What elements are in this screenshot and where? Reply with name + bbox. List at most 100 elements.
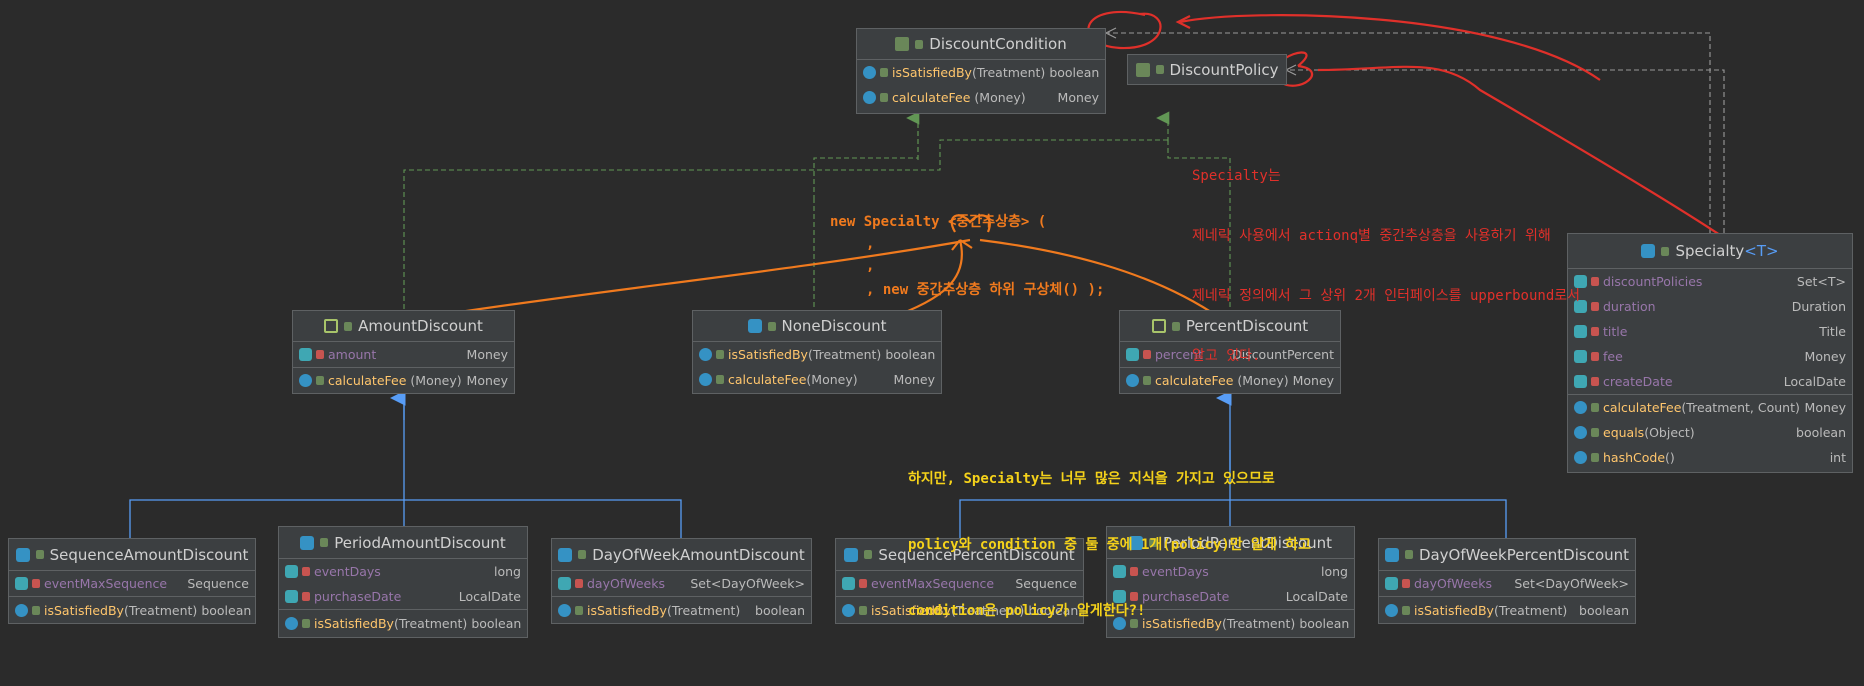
field-name: eventDays xyxy=(314,564,381,579)
member-row[interactable]: eventMaxSequence Sequence xyxy=(9,571,255,596)
field-name: title xyxy=(1603,324,1628,339)
member-row[interactable]: calculateFee (Money) Money xyxy=(293,367,514,393)
public-icon xyxy=(1143,376,1151,385)
public-icon xyxy=(915,39,924,49)
red-note-line: 알고 있다. xyxy=(1192,348,1261,364)
member-row[interactable]: isSatisfiedBy(Treatment) boolean xyxy=(1379,596,1635,623)
member-row[interactable]: discountPolicies Set<T> xyxy=(1568,269,1852,294)
member-row[interactable]: isSatisfiedBy(Treatment) boolean xyxy=(552,596,811,623)
member-row[interactable]: calculateFee(Money) Money xyxy=(693,367,941,392)
method-name: isSatisfiedBy xyxy=(1414,602,1494,618)
member-row[interactable]: isSatisfiedBy(Treatment) boolean xyxy=(857,60,1105,85)
return-type: Money xyxy=(1057,90,1099,105)
dayofweek-amount-box[interactable]: DayOfWeekAmountDiscount dayOfWeeks Set<D… xyxy=(551,538,812,624)
field-icon xyxy=(15,577,28,590)
member-row[interactable]: isSatisfiedBy(Treatment) boolean xyxy=(9,596,255,623)
field-icon xyxy=(299,348,312,361)
private-icon xyxy=(859,579,867,588)
public-icon xyxy=(1591,453,1599,462)
member-row[interactable]: isSatisfiedBy(Treatment) boolean xyxy=(693,342,941,367)
specialty-methods: calculateFee(Treatment, Count) Money equal… xyxy=(1568,394,1852,470)
red-note-line: 제네릭 사용에서 actionq별 중간추상층을 사용하기 위해 xyxy=(1192,228,1551,244)
red-annotation: Specialty는 제네릭 사용에서 actionq별 중간추상층을 사용하기… xyxy=(1192,126,1580,386)
uml-diagram-canvas: DiscountCondition isSatisfiedBy(Treatmen… xyxy=(0,0,1864,686)
implements-policy-lines xyxy=(403,139,1231,310)
member-row[interactable]: hashCode() int xyxy=(1568,445,1852,470)
return-type: boolean xyxy=(1796,425,1846,440)
method-icon xyxy=(15,603,28,617)
return-type: Money xyxy=(893,372,935,387)
class-title: DayOfWeekAmountDiscount xyxy=(592,545,805,564)
return-type: boolean xyxy=(885,347,936,362)
class-icon xyxy=(300,535,315,550)
class-icon xyxy=(1641,244,1656,258)
public-icon xyxy=(859,605,867,615)
class-icon xyxy=(558,547,573,562)
yellow-annotation: 하지만, Specialty는 너무 많은 지식을 가지고 있으므로 polic… xyxy=(908,424,1311,644)
public-icon xyxy=(575,605,583,615)
field-icon xyxy=(842,577,855,590)
field-name: createDate xyxy=(1603,374,1673,389)
member-row[interactable]: purchaseDate LocalDate xyxy=(279,584,527,609)
public-icon xyxy=(578,550,587,559)
amount-discount-box[interactable]: AmountDiscount amount Money calculateFee… xyxy=(292,310,515,394)
method-name: calculateFee xyxy=(1603,400,1682,415)
member-row[interactable]: isSatisfiedBy(Treatment) boolean xyxy=(279,609,527,636)
method-params: (Object) xyxy=(1644,425,1695,440)
discount-policy-box[interactable]: DiscountPolicy xyxy=(1127,54,1287,85)
return-type: Money xyxy=(466,373,508,388)
discount-condition-box[interactable]: DiscountCondition isSatisfiedBy(Treatmen… xyxy=(856,28,1106,114)
method-params: (Treatment) xyxy=(1493,602,1568,618)
method-params: (Treatment, Count) xyxy=(1681,400,1800,415)
class-icon xyxy=(1384,547,1399,562)
method-params: (Money) xyxy=(806,372,858,387)
none-discount-box[interactable]: NoneDiscount isSatisfiedBy(Treatment) bo… xyxy=(692,310,942,394)
class-title: AmountDiscount xyxy=(358,317,483,335)
field-type: Set<DayOfWeek> xyxy=(690,576,805,591)
member-row[interactable]: calculateFee (Money) Money xyxy=(857,85,1105,110)
yellow-note-line: condition은 policy가 알게한다?! xyxy=(908,603,1146,619)
field-icon xyxy=(285,590,298,603)
public-icon xyxy=(320,538,329,547)
method-params: (Money) xyxy=(974,90,1026,105)
member-row[interactable]: fee Money xyxy=(1568,344,1852,369)
member-row[interactable]: equals(Object) boolean xyxy=(1568,420,1852,445)
public-icon xyxy=(864,550,873,559)
field-type: long xyxy=(494,564,521,579)
abstract-method-icon xyxy=(863,91,876,104)
class-title: SequenceAmountDiscount xyxy=(49,545,249,564)
red-note-line: Specialty는 xyxy=(1192,168,1281,184)
public-icon xyxy=(1591,403,1599,412)
field-type: Set<T> xyxy=(1796,274,1846,289)
method-name: equals xyxy=(1603,425,1645,440)
field-name: dayOfWeeks xyxy=(587,576,665,591)
public-icon xyxy=(880,93,888,102)
field-icon xyxy=(1126,348,1139,361)
dependency-head-condition xyxy=(1104,27,1117,39)
method-name: calculateFee xyxy=(728,372,807,387)
method-name: isSatisfiedBy xyxy=(44,602,124,618)
dayofweek-amount-header: DayOfWeekAmountDiscount xyxy=(552,539,811,571)
member-row[interactable]: createDate LocalDate xyxy=(1568,369,1852,394)
interface-icon xyxy=(895,37,910,51)
field-type: Sequence xyxy=(187,576,249,591)
field-type: Duration xyxy=(1791,299,1846,314)
member-row[interactable]: eventDays long xyxy=(279,559,527,584)
member-row[interactable]: dayOfWeeks Set<DayOfWeek> xyxy=(1379,571,1635,596)
member-row[interactable]: amount Money xyxy=(293,342,514,367)
class-title: DiscountCondition xyxy=(929,35,1067,53)
member-row[interactable]: title Title xyxy=(1568,319,1852,344)
member-row[interactable]: dayOfWeeks Set<DayOfWeek> xyxy=(552,571,811,596)
public-icon xyxy=(35,550,44,559)
specialty-box[interactable]: Specialty<T> discountPolicies Set<T> durat… xyxy=(1567,233,1853,473)
period-amount-box[interactable]: PeriodAmountDiscount eventDays long purc… xyxy=(278,526,528,638)
sequence-amount-box[interactable]: SequenceAmountDiscount eventMaxSequence … xyxy=(8,538,256,624)
member-row[interactable]: duration Duration xyxy=(1568,294,1852,319)
abstract-method-icon xyxy=(863,66,876,79)
member-row[interactable]: calculateFee(Treatment, Count) Money xyxy=(1568,395,1852,420)
period-amount-header: PeriodAmountDiscount xyxy=(279,527,527,559)
specialty-header: Specialty<T> xyxy=(1568,234,1852,269)
dayofweek-percent-box[interactable]: DayOfWeekPercentDiscount dayOfWeeks Set<… xyxy=(1378,538,1636,624)
method-name: calculateFee xyxy=(892,90,971,105)
return-type: boolean xyxy=(1579,602,1629,618)
